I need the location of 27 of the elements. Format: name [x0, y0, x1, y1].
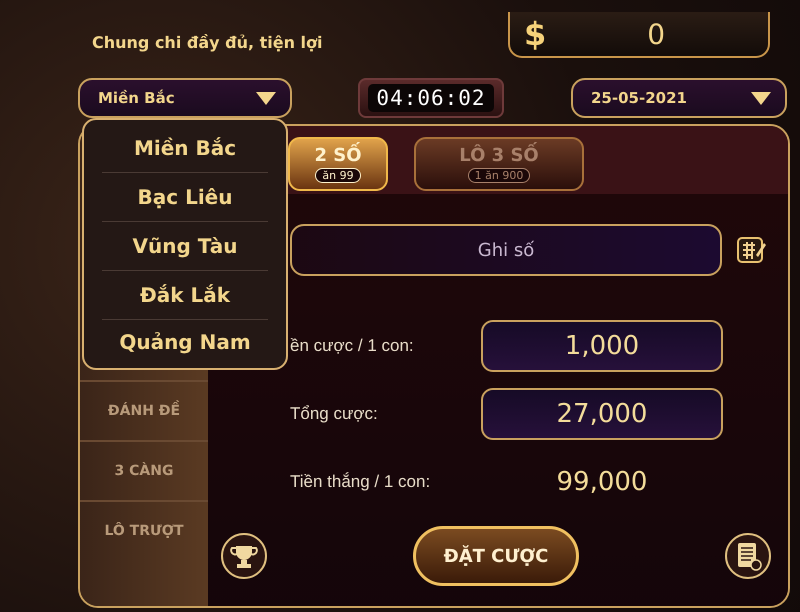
row-label: ền cược / 1 con: [290, 336, 415, 356]
row-label: Tiền thắng / 1 con: [290, 472, 432, 492]
edit-grid-icon[interactable] [736, 235, 766, 265]
trophy-icon[interactable] [220, 532, 268, 580]
region-value: Miền Bắc [98, 89, 175, 107]
row-label: Tổng cược: [290, 404, 379, 424]
bet-button[interactable]: ĐẶT CƯỢC [413, 526, 579, 586]
history-list-icon[interactable] [724, 532, 772, 580]
game-tab[interactable]: LÔ 3 SỐ 1 ăn 900 [414, 137, 584, 191]
amount-field[interactable]: 1,000 [481, 320, 723, 372]
region-option[interactable]: Quảng Nam [102, 320, 268, 364]
amount-field[interactable]: 27,000 [481, 388, 723, 440]
region-option[interactable]: Đắk Lắk [102, 271, 268, 320]
date-select[interactable]: 25-05-2021 [571, 78, 787, 118]
number-input-field[interactable]: Ghi số [290, 224, 722, 276]
date-value: 25-05-2021 [591, 89, 687, 107]
region-option[interactable]: Miền Bắc [102, 124, 268, 173]
amount-value: 99,000 [556, 467, 648, 497]
dollar-icon: $ [524, 15, 546, 53]
region-option[interactable]: Bạc Liêu [102, 173, 268, 222]
region-select[interactable]: Miền Bắc [78, 78, 292, 118]
game-tab[interactable]: 2 SỐ ăn 99 [288, 137, 388, 191]
balance-value: 0 [646, 18, 666, 50]
slogan-text: Chung chi đầy đủ, tiện lợi [92, 32, 323, 52]
caret-icon [751, 92, 771, 104]
region-option[interactable]: Vũng Tàu [102, 222, 268, 271]
timer-text: 04:06:02 [368, 84, 494, 112]
